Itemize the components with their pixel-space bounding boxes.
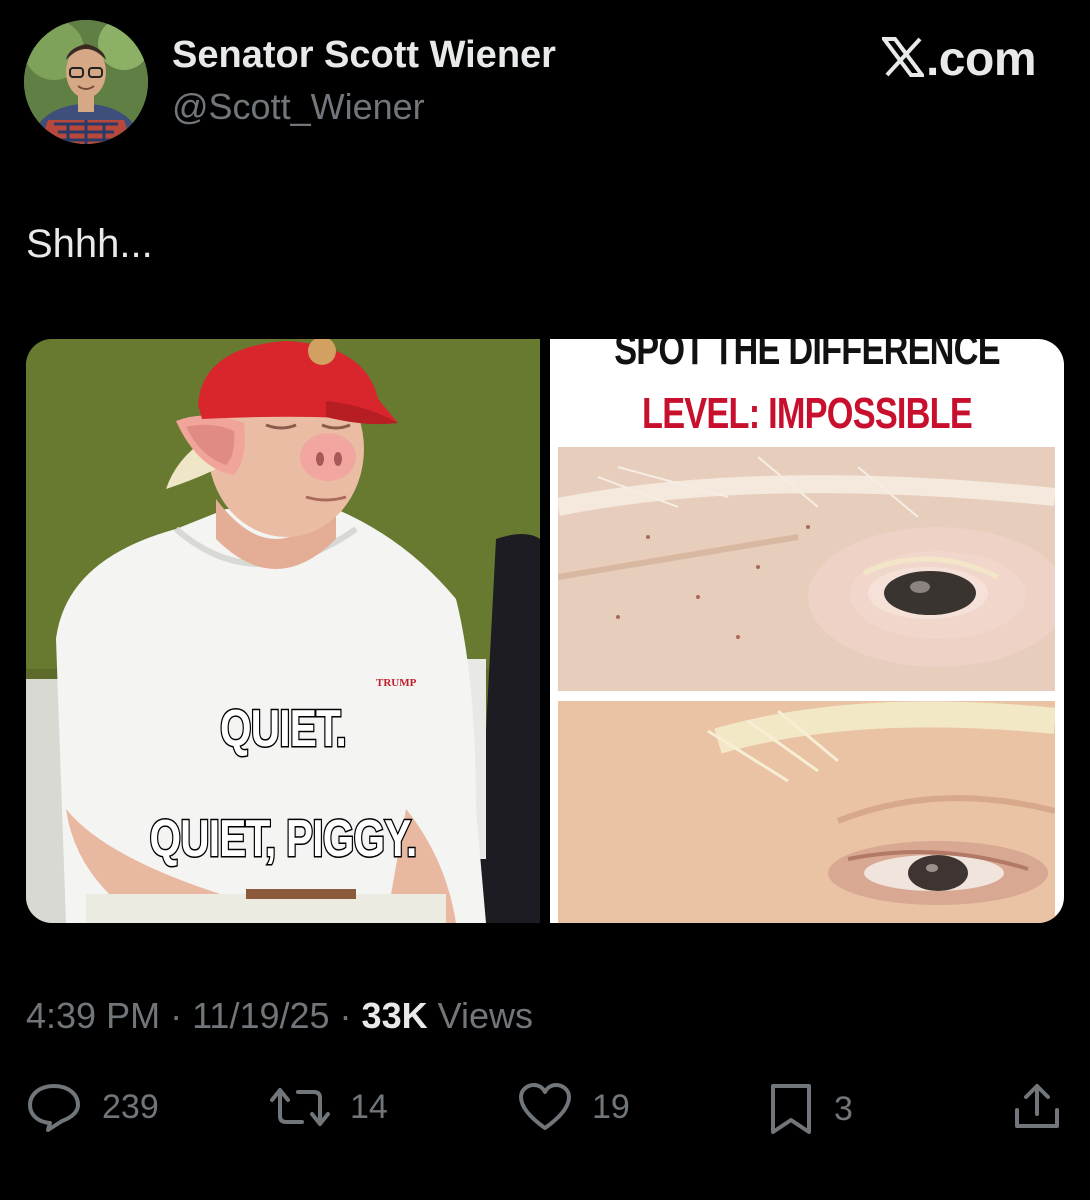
avatar[interactable] — [24, 20, 148, 144]
meta-separator: · — [329, 995, 362, 1036]
media-image-right[interactable]: SPOT THE DIFFERENCE LEVEL: IMPOSSIBLE — [550, 339, 1064, 923]
pig-eye-photo — [558, 447, 1055, 691]
x-com-watermark: .com — [879, 32, 1037, 87]
bookmark-icon — [768, 1082, 814, 1136]
tweet-media[interactable]: TRUMP QUIET. QUIET, PIGGY. SPOT THE DIFF… — [26, 339, 1064, 923]
shirt-logo-text: TRUMP — [376, 677, 417, 689]
reply-button[interactable]: 239 — [26, 1082, 159, 1132]
tweet-meta: 4:39 PM · 11/19/25 · 33K Views — [26, 995, 533, 1037]
author-display-name[interactable]: Senator Scott Wiener — [172, 34, 556, 77]
author-handle[interactable]: @Scott_Wiener — [172, 86, 425, 128]
meta-separator: · — [160, 995, 193, 1036]
media-image-left[interactable]: TRUMP QUIET. QUIET, PIGGY. — [26, 339, 540, 923]
meme-caption-line1: QUIET. — [219, 699, 348, 760]
tweet-text: Shhh... — [26, 222, 153, 266]
reply-count: 239 — [102, 1087, 159, 1126]
views-count: 33K — [361, 995, 428, 1036]
like-count: 19 — [592, 1087, 630, 1126]
meme-caption-line2: QUIET, PIGGY. — [148, 809, 418, 870]
share-icon — [1012, 1082, 1062, 1132]
human-eye-photo — [558, 701, 1055, 923]
tweet-time[interactable]: 4:39 PM — [26, 995, 160, 1036]
like-button[interactable]: 19 — [518, 1082, 630, 1132]
x-logo-text: .com — [925, 33, 1037, 86]
bookmark-count: 3 — [834, 1089, 853, 1128]
bookmark-button[interactable]: 3 — [768, 1082, 853, 1136]
reply-icon — [26, 1082, 82, 1132]
repost-icon — [270, 1082, 330, 1132]
repost-button[interactable]: 14 — [270, 1082, 388, 1132]
tweet-date[interactable]: 11/19/25 — [192, 995, 329, 1036]
meme-title: SPOT THE DIFFERENCE — [614, 339, 1000, 374]
share-button[interactable] — [1012, 1082, 1062, 1132]
views-label: Views — [427, 995, 533, 1036]
x-logo-icon — [879, 37, 926, 82]
heart-icon — [518, 1082, 572, 1132]
meme-level-text: LEVEL: IMPOSSIBLE — [642, 389, 973, 438]
repost-count: 14 — [350, 1087, 388, 1126]
